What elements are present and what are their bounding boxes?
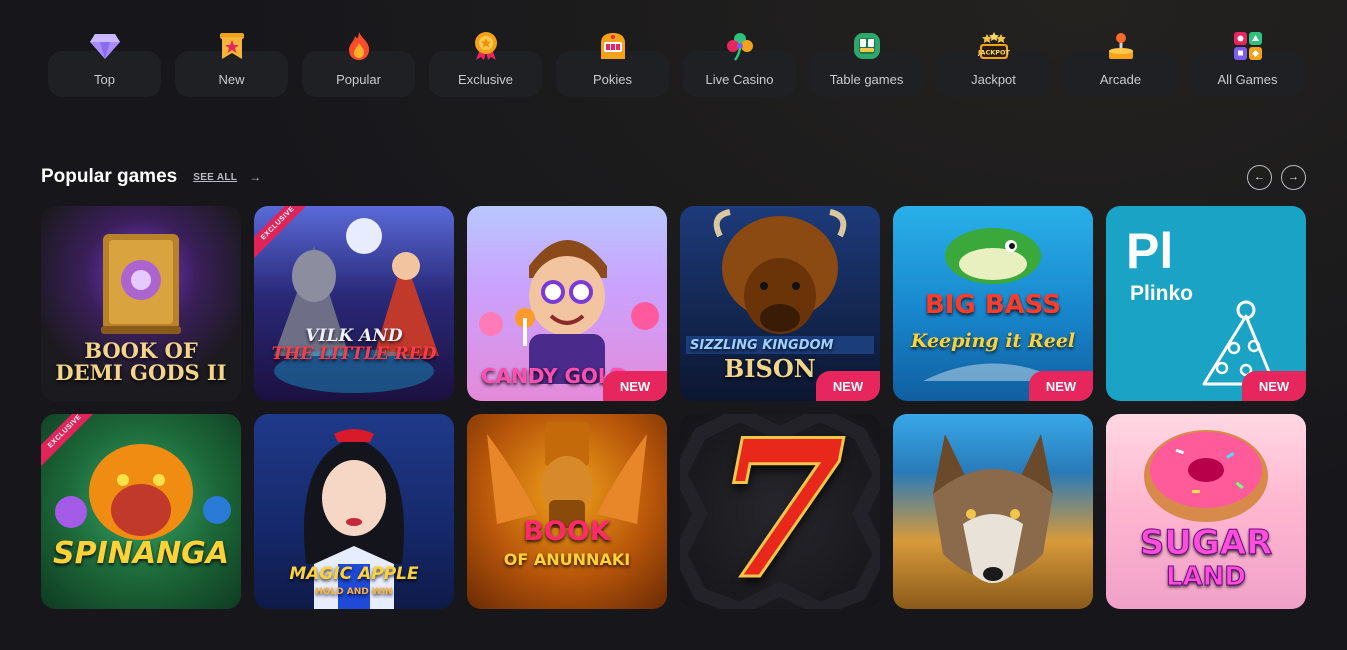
- category-nav: Top New Popular Exclusive Pokies Live Ca: [48, 30, 1304, 97]
- game-tile-plinko[interactable]: Pl Plinko NEW: [1106, 206, 1306, 401]
- game-title-line: SPINANGA: [52, 536, 230, 571]
- slot-machine-icon: [597, 30, 629, 62]
- category-label: Popular: [336, 72, 381, 87]
- game-thumbnail: [254, 206, 454, 401]
- game-tile-vilk-little-red[interactable]: VILK AND THE LITTLE RED EXCLUSIVE: [254, 206, 454, 401]
- category-live-casino[interactable]: Live Casino: [683, 30, 796, 97]
- category-label: Pokies: [592, 72, 633, 87]
- category-label: All Games: [1217, 72, 1278, 87]
- category-label: Live Casino: [705, 72, 774, 87]
- medal-icon: [470, 30, 502, 62]
- game-title-line: Keeping it Reel: [910, 330, 1076, 352]
- game-title-line: OF ANUNNAKI: [503, 550, 631, 569]
- game-thumbnail: [41, 414, 241, 609]
- category-label: New: [218, 72, 245, 87]
- game-grid: BOOK OF DEMI GODS II VILK AND THE LITTLE…: [41, 206, 1306, 609]
- fire-icon: [343, 30, 375, 62]
- game-title-line: DEMI GODS II: [55, 360, 227, 386]
- game-tile-seven[interactable]: 7: [680, 414, 880, 609]
- game-tile-sugar-land[interactable]: SUGAR LAND: [1106, 414, 1306, 609]
- game-tile-magic-apple[interactable]: MAGIC APPLE HOLD AND WIN: [254, 414, 454, 609]
- see-all-link[interactable]: SEE ALL: [193, 172, 237, 183]
- jackpot-icon: JACKPOT: [978, 30, 1010, 62]
- plinko-name: Plinko: [1130, 282, 1194, 305]
- new-badge: NEW: [816, 371, 880, 401]
- game-title-line: BIG BASS: [924, 290, 1062, 320]
- plinko-symbol: Pl: [1126, 223, 1174, 279]
- carousel-prev-button[interactable]: ←: [1247, 164, 1272, 190]
- category-table-games[interactable]: Table games: [810, 30, 923, 97]
- game-title-line: HOLD AND WIN: [315, 587, 393, 597]
- new-badge: NEW: [1242, 371, 1306, 401]
- category-popular[interactable]: Popular: [302, 30, 415, 97]
- game-title-line: BOOK OF: [84, 338, 198, 363]
- diamond-icon: [89, 30, 121, 62]
- category-label: Table games: [829, 72, 904, 87]
- game-tile-sizzling-kingdom-bison[interactable]: SIZZLING KINGDOM BISON NEW: [680, 206, 880, 401]
- new-badge: NEW: [603, 371, 667, 401]
- game-title-line: BOOK: [523, 516, 611, 547]
- game-tile-spinanga[interactable]: SPINANGA EXCLUSIVE: [41, 414, 241, 609]
- game-tile-big-bass-bonanza[interactable]: BIG BASS Keeping it Reel NEW: [893, 206, 1093, 401]
- game-tile-book-of-demi-gods-ii[interactable]: BOOK OF DEMI GODS II: [41, 206, 241, 401]
- section-title: Popular games: [41, 166, 178, 187]
- category-label: Jackpot: [971, 72, 1016, 87]
- clover-icon: [724, 30, 756, 62]
- popular-games-header: Popular games SEE ALL → ← →: [41, 164, 1306, 190]
- carousel-controls: ← →: [1247, 164, 1306, 190]
- new-badge: NEW: [1029, 371, 1093, 401]
- new-banner-icon: [216, 30, 248, 62]
- category-top[interactable]: Top: [48, 30, 161, 97]
- grid-icon: [1232, 30, 1264, 62]
- joystick-icon: [1105, 30, 1137, 62]
- arrow-right-icon[interactable]: →: [249, 170, 261, 184]
- game-title-line: SUGAR: [1139, 523, 1273, 563]
- category-label: Exclusive: [458, 72, 513, 87]
- category-all-games[interactable]: All Games: [1191, 30, 1304, 97]
- game-thumbnail: [467, 414, 667, 609]
- category-label: Top: [94, 72, 115, 87]
- category-label: Arcade: [1099, 72, 1142, 87]
- category-arcade[interactable]: Arcade: [1064, 30, 1177, 97]
- category-new[interactable]: New: [175, 30, 288, 97]
- game-title-line: 7: [712, 414, 847, 609]
- game-title-line: SIZZLING KINGDOM: [690, 338, 834, 353]
- category-pokies[interactable]: Pokies: [556, 30, 669, 97]
- game-title-line: MAGIC APPLE: [289, 564, 419, 584]
- game-tile-wolf[interactable]: [893, 414, 1093, 609]
- game-title-line: LAND: [1165, 562, 1247, 592]
- category-jackpot[interactable]: JACKPOT Jackpot: [937, 30, 1050, 97]
- game-tile-book-of-anunnaki[interactable]: BOOK OF ANUNNAKI: [467, 414, 667, 609]
- game-tile-candy-gold[interactable]: CANDY GOLD NEW: [467, 206, 667, 401]
- cards-table-icon: [851, 30, 883, 62]
- carousel-next-button[interactable]: →: [1281, 164, 1306, 190]
- game-title-line: THE LITTLE RED: [271, 343, 437, 364]
- svg-text:JACKPOT: JACKPOT: [978, 49, 1010, 57]
- game-thumbnail: [893, 414, 1093, 609]
- category-exclusive[interactable]: Exclusive: [429, 30, 542, 97]
